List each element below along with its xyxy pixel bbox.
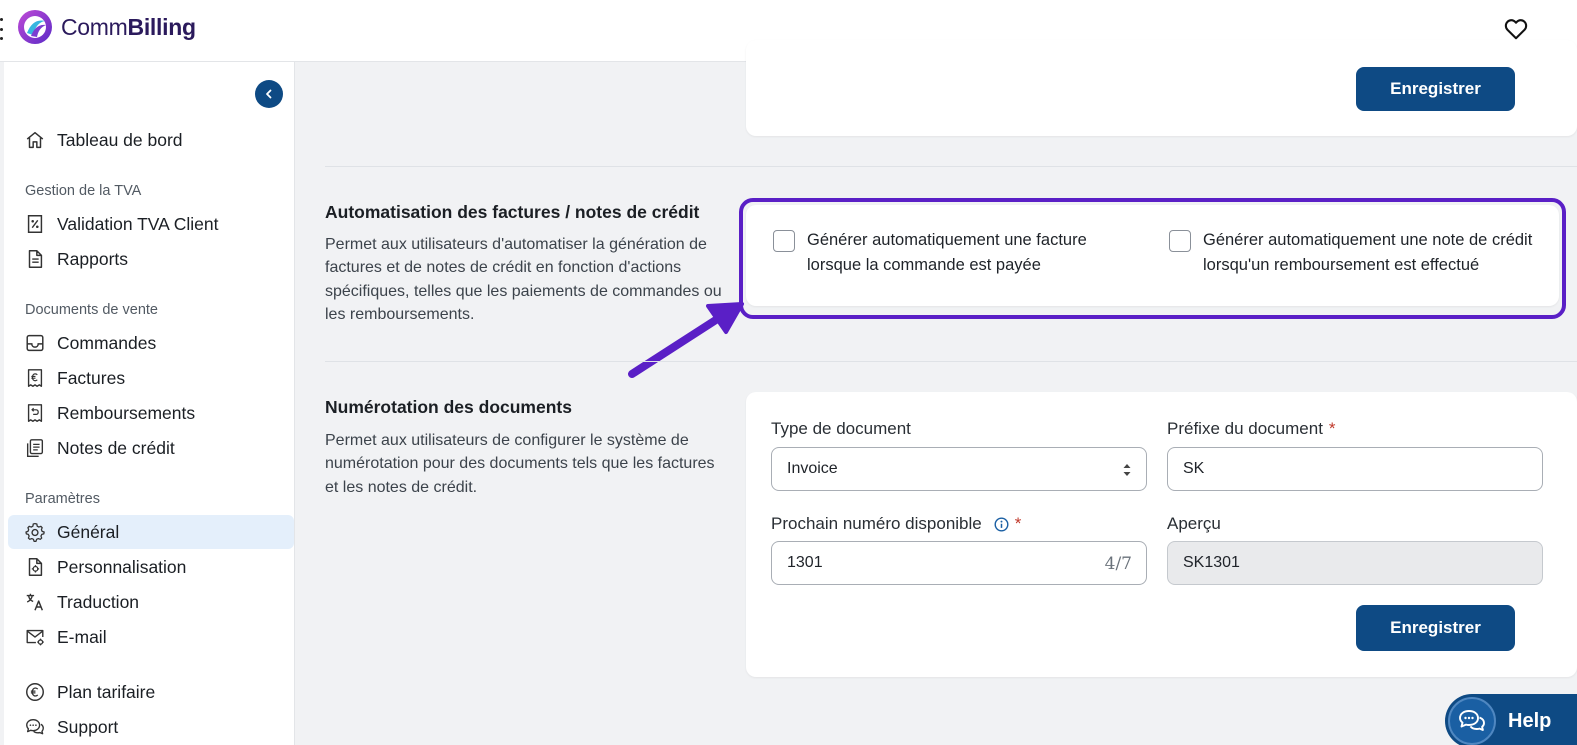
sidebar-item-orders[interactable]: Commandes: [8, 326, 294, 360]
sidebar-item-label: Commandes: [57, 332, 157, 353]
sidebar-item-label: Traduction: [57, 591, 140, 612]
sidebar-item-label: Tableau de bord: [57, 129, 183, 150]
select-arrows-icon: [1123, 464, 1131, 476]
sidebar-item-vat-validation[interactable]: Validation TVA Client: [8, 207, 294, 241]
inbox-icon: [26, 334, 44, 352]
prefix-value: SK: [1183, 460, 1205, 477]
document-settings-icon: [28, 558, 43, 576]
sidebar-item-label: Remboursements: [57, 402, 196, 423]
doc-type-value: Invoice: [787, 460, 838, 477]
preview-label: Aperçu: [1167, 514, 1221, 533]
sidebar-item-refunds[interactable]: Remboursements: [8, 396, 294, 430]
sidebar-item-label: Personnalisation: [57, 556, 187, 577]
save-button-top[interactable]: Enregistrer: [1356, 67, 1515, 111]
sidebar-item-general[interactable]: Général: [8, 515, 294, 549]
numbering-section-description: Permet aux utilisateurs de configurer le…: [325, 432, 715, 496]
automation-section-title: Automatisation des factures / notes de c…: [325, 202, 700, 222]
percent-document-icon: [27, 215, 43, 233]
more-vertical-icon[interactable]: [0, 18, 4, 40]
char-counter: 4/7: [1104, 554, 1132, 574]
sidebar-item-plan[interactable]: Plan tarifaire: [8, 675, 294, 709]
chat-icon: [1459, 710, 1485, 731]
mail-settings-icon: [26, 629, 44, 646]
info-icon[interactable]: [994, 517, 1009, 532]
save-button-numbering[interactable]: Enregistrer: [1356, 605, 1515, 651]
sidebar-item-support[interactable]: Support: [8, 710, 294, 744]
prefix-label: Préfixe du document *: [1167, 419, 1336, 438]
sidebar-item-translation[interactable]: Traduction: [8, 585, 294, 619]
collapse-sidebar-button[interactable]: [255, 80, 283, 108]
euro-receipt-icon: [27, 369, 43, 387]
annotation-arrow-icon: [628, 302, 744, 378]
refund-receipt-icon: [27, 404, 43, 422]
document-icon: [28, 250, 43, 268]
preview-field: SK1301: [1167, 541, 1543, 585]
sidebar-item-invoices[interactable]: Factures: [8, 361, 294, 395]
help-widget-button[interactable]: Help: [1445, 694, 1577, 745]
sidebar-item-email[interactable]: E-mail: [8, 620, 294, 654]
app-logo[interactable]: CommBilling: [17, 9, 196, 45]
next-number-input[interactable]: 1301 4/7: [771, 541, 1147, 585]
annotation-highlight-box: [739, 198, 1566, 319]
sidebar-item-label: Rapports: [57, 248, 129, 269]
help-label: Help: [1508, 709, 1552, 732]
sidebar-item-credit-notes[interactable]: Notes de crédit: [8, 431, 294, 465]
chevron-left-icon: [266, 89, 272, 99]
prefix-input[interactable]: SK: [1167, 447, 1543, 491]
section-label-vat: Gestion de la TVA: [25, 183, 142, 199]
brand-name: CommBilling: [61, 13, 196, 40]
sidebar-item-label: Notes de crédit: [57, 437, 175, 458]
section-label-settings: Paramètres: [25, 491, 100, 507]
section-label-sales: Documents de vente: [25, 302, 158, 318]
section-divider: [325, 166, 1577, 167]
numbering-section-title: Numérotation des documents: [325, 397, 572, 417]
sidebar-item-label: Factures: [57, 367, 126, 388]
heart-icon[interactable]: [1503, 16, 1529, 42]
section-divider: [325, 361, 1577, 362]
logo-icon: [18, 10, 52, 44]
sidebar-item-customization[interactable]: Personnalisation: [8, 550, 294, 584]
sidebar-item-label: E-mail: [57, 626, 107, 647]
sidebar-item-dashboard[interactable]: Tableau de bord: [8, 123, 294, 157]
next-number-label: Prochain numéro disponible *: [771, 514, 1022, 533]
euro-circle-icon: [26, 683, 44, 701]
home-icon: [26, 131, 44, 149]
sidebar-item-label: Validation TVA Client: [57, 213, 219, 234]
gear-icon: [25, 522, 45, 542]
sidebar-item-reports[interactable]: Rapports: [8, 242, 294, 276]
sidebar-item-label: Support: [57, 716, 119, 737]
chat-bubbles-icon: [26, 718, 44, 735]
next-number-value: 1301: [787, 554, 823, 571]
help-chat-bubble: [1448, 697, 1496, 745]
doc-type-label: Type de document: [771, 419, 911, 438]
doc-type-select[interactable]: Invoice: [771, 447, 1147, 491]
translate-icon: [26, 593, 44, 611]
notes-icon: [26, 439, 44, 457]
sidebar-item-label: Plan tarifaire: [57, 681, 156, 702]
sidebar-item-label: Général: [57, 521, 120, 542]
preview-value: SK1301: [1183, 554, 1240, 571]
sidebar: Tableau de bord Gestion de la TVA Valida…: [0, 62, 295, 745]
